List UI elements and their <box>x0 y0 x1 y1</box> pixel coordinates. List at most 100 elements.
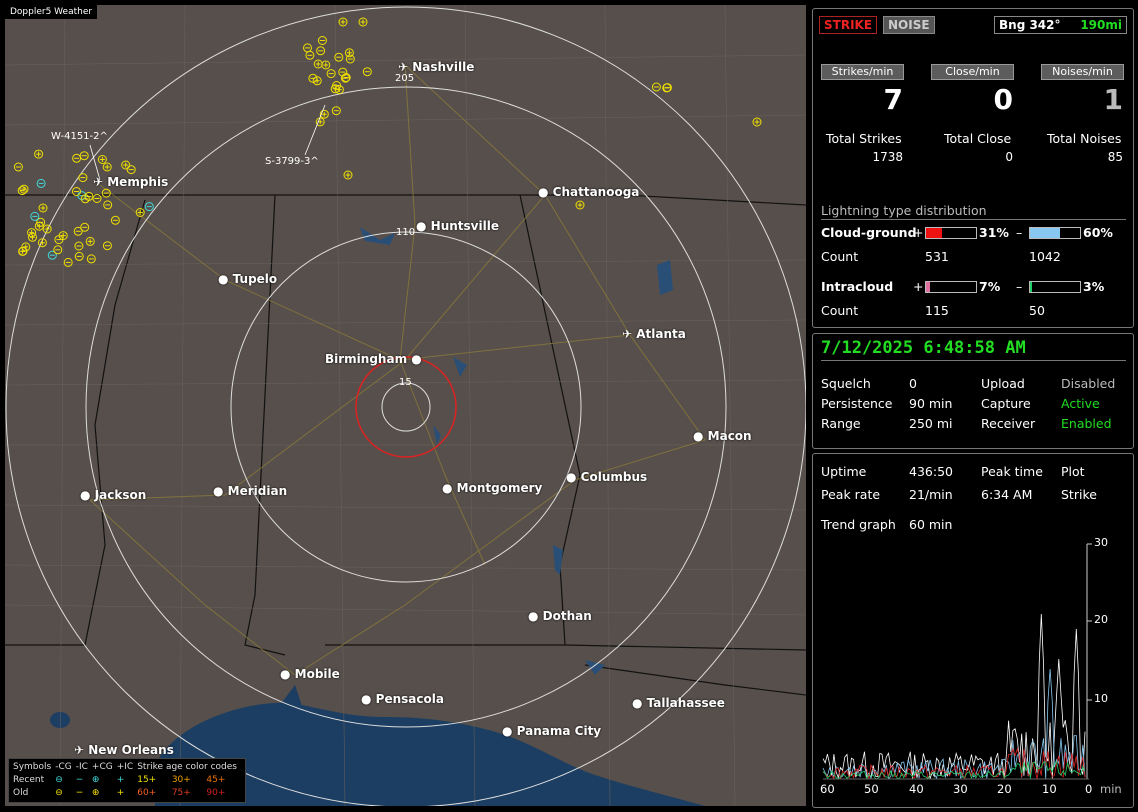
strikes-per-min-value: 7 <box>883 83 903 116</box>
persistence-value: 90 min <box>909 396 953 411</box>
strike-symbol-mark <box>123 162 129 168</box>
trend-panel: Uptime 436:50 Peak time Plot Peak rate 2… <box>812 453 1134 808</box>
pos-cg-recent-icon: ⊕ <box>91 775 100 785</box>
cg-negative-bar <box>1029 227 1081 239</box>
strikes-per-min-header: Strikes/min <box>821 64 904 80</box>
trend-trace <box>822 613 1086 779</box>
total-noises-label: Total Noises <box>1047 131 1122 146</box>
minus-sign: – <box>1016 279 1023 294</box>
legend-col: -CG <box>55 762 72 772</box>
strike-button[interactable]: STRIKE <box>819 16 878 34</box>
uptime-value: 436:50 <box>909 464 953 479</box>
pos-cg-old-icon: ⊕ <box>91 788 100 798</box>
datetime: 7/12/2025 6:48:58 AM <box>821 338 1026 358</box>
city-columbus: ● Columbus <box>566 470 648 484</box>
city-panama-city: ● Panama City <box>502 724 602 738</box>
squelch-label: Squelch <box>821 376 871 391</box>
close-per-min-header: Close/min <box>931 64 1014 80</box>
noise-button[interactable]: NOISE <box>883 16 935 34</box>
age-code: 60+ <box>137 788 157 798</box>
map-base <box>5 5 806 806</box>
city-meridian: ● Meridian <box>213 484 288 498</box>
divider <box>821 360 1126 361</box>
cloud-ground-label: Cloud-ground <box>821 225 917 240</box>
bearing-distance: 190mi <box>1080 18 1122 32</box>
city-memphis: ✈ Memphis <box>93 175 169 189</box>
strike-symbol-mark <box>87 238 93 244</box>
neg-ic-old-icon: − <box>75 788 84 798</box>
trend-graph-value: 60 min <box>909 517 953 532</box>
receiver-label: Receiver <box>981 416 1036 431</box>
ic-positive-pct: 7% <box>979 279 1001 294</box>
city-atlanta: ✈ Atlanta <box>622 327 686 341</box>
city-mobile: ● Mobile <box>280 667 340 681</box>
cg-negative-pct: 60% <box>1083 225 1113 240</box>
range-value: 250 mi <box>909 416 953 431</box>
symbol-legend: Symbols -CG -IC +CG +IC Strike age color… <box>8 758 246 803</box>
neg-ic-recent-icon: − <box>75 775 84 785</box>
receiver-value: Enabled <box>1061 416 1112 431</box>
intracloud-label: Intracloud <box>821 279 894 294</box>
trend-graph <box>822 543 1092 780</box>
plus-sign: + <box>913 279 924 294</box>
bearing-readout: Bng 342° 190mi <box>994 16 1127 34</box>
lightning-map[interactable]: Doppler5 Weather 205 110 15 W-4151-2^ S-… <box>5 5 806 806</box>
upload-label: Upload <box>981 376 1025 391</box>
cg-positive-count: 531 <box>925 249 949 264</box>
y-tick-label: 20 <box>1094 613 1108 626</box>
trend-graph-label: Trend graph <box>821 517 896 532</box>
neg-cg-recent-icon: ⊖ <box>55 775 63 785</box>
ic-positive-count: 115 <box>925 303 949 318</box>
x-tick-label: 10 <box>1042 782 1057 796</box>
city-tallahassee: ● Tallahassee <box>632 696 725 710</box>
minus-sign: – <box>1016 225 1023 240</box>
legend-old-label: Old <box>13 788 29 798</box>
strike-symbol-mark <box>36 151 42 157</box>
city-chattanooga: ● Chattanooga <box>538 185 640 199</box>
upload-value: Disabled <box>1061 376 1116 391</box>
close-per-min-value: 0 <box>993 83 1013 116</box>
bearing-label: Bng 342° <box>999 18 1061 32</box>
uptime-label: Uptime <box>821 464 867 479</box>
cg-negative-count: 1042 <box>1029 249 1061 264</box>
plus-sign: + <box>913 225 924 240</box>
ic-negative-bar <box>1029 281 1081 293</box>
legend-col: +IC <box>116 762 134 772</box>
ic-negative-pct: 3% <box>1083 279 1105 294</box>
x-tick-label: 60 <box>820 782 835 796</box>
distribution-title: Lightning type distribution <box>821 203 987 218</box>
peak-rate-label: Peak rate <box>821 487 881 502</box>
range-label: 15 <box>399 377 412 388</box>
strike-symbol-mark <box>60 233 66 239</box>
x-unit-label: min <box>1100 782 1122 796</box>
total-close-label: Total Close <box>944 131 1012 146</box>
legend-recent-label: Recent <box>13 775 45 785</box>
squelch-value: 0 <box>909 376 917 391</box>
capture-value: Active <box>1061 396 1100 411</box>
total-close-value: 0 <box>1005 150 1013 164</box>
cg-positive-bar <box>925 227 977 239</box>
y-tick-label: 30 <box>1094 536 1108 549</box>
ic-negative-count: 50 <box>1029 303 1045 318</box>
age-code: 90+ <box>206 788 226 798</box>
legend-col: +CG <box>91 762 113 772</box>
x-tick-label: 0 <box>1085 782 1093 796</box>
peak-time-label: Peak time <box>981 464 1043 479</box>
status-panel: 7/12/2025 6:48:58 AM Squelch 0 Upload Di… <box>812 333 1134 449</box>
legend-age-label: Strike age color codes <box>137 762 237 772</box>
strike-symbol-mark <box>340 19 346 25</box>
city-jackson: ● Jackson <box>80 488 147 502</box>
plot-value[interactable]: Strike <box>1061 487 1097 502</box>
city-huntsville: ● Huntsville <box>416 219 499 233</box>
range-label: 205 <box>395 73 415 84</box>
x-tick-label: 20 <box>997 782 1012 796</box>
strike-symbol-mark <box>99 157 105 162</box>
city-macon: ● Macon <box>693 429 752 443</box>
strike-stats-panel: STRIKE NOISE Bng 342° 190mi Strikes/min … <box>812 8 1134 328</box>
strike-symbol-mark <box>323 62 329 68</box>
peak-rate-value: 21/min <box>909 487 953 502</box>
strike-symbol-mark <box>577 202 583 208</box>
city-montgomery: ● Montgomery <box>442 481 543 495</box>
persistence-label: Persistence <box>821 396 893 411</box>
divider <box>821 219 1126 220</box>
